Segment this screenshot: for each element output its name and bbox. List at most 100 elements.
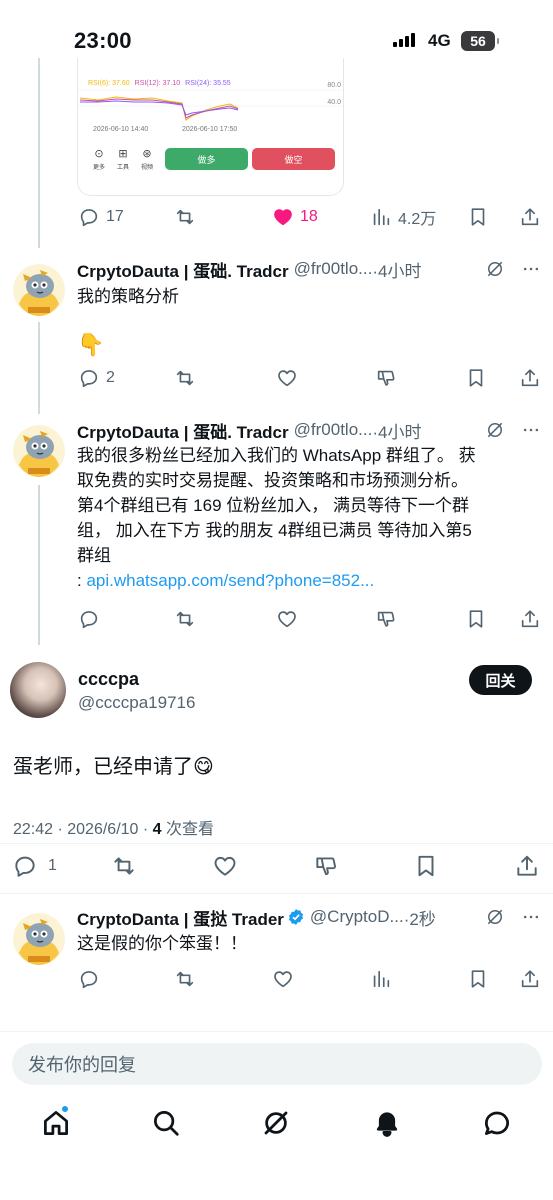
dislike-button[interactable] xyxy=(375,604,397,634)
sell-short-button[interactable]: 做空 xyxy=(252,148,335,170)
share-button[interactable] xyxy=(519,964,541,994)
heart-icon xyxy=(276,367,298,389)
retweet-button[interactable] xyxy=(174,964,196,994)
tweet-time: ·4小时 xyxy=(372,261,422,281)
reply-count: 2 xyxy=(106,369,115,386)
author-handle[interactable]: @ccccpa19716 xyxy=(78,693,195,713)
tools-tool[interactable]: ⊞ 工具 xyxy=(112,148,134,171)
retweet-icon xyxy=(174,968,196,990)
like-button[interactable] xyxy=(212,851,238,881)
avatar[interactable] xyxy=(13,425,65,477)
dislike-icon xyxy=(375,608,397,630)
heart-icon xyxy=(272,968,294,990)
view-tool[interactable]: ⊛ 视频 xyxy=(136,148,158,171)
dislike-button[interactable] xyxy=(313,851,339,881)
more-tool[interactable]: ⊙ 更多 xyxy=(88,148,110,171)
like-button[interactable] xyxy=(276,363,298,393)
follow-back-button[interactable]: 回关 xyxy=(469,665,532,695)
reply-input[interactable]: 发布你的回复 xyxy=(12,1043,542,1085)
nav-notifications[interactable] xyxy=(372,1108,402,1138)
bookmark-button[interactable] xyxy=(413,851,439,881)
bookmark-button[interactable] xyxy=(465,604,487,634)
grok-icon[interactable] xyxy=(485,259,505,279)
retweet-icon xyxy=(174,608,196,630)
tweet3-header: CrpytoDauta | 蛋础. Tradcr @fr00tlo... ·4小… xyxy=(77,418,541,442)
tweet-link-line: : api.whatsapp.com/send?phone=852... xyxy=(77,568,541,593)
bookmark-button[interactable] xyxy=(467,964,489,994)
tweet-line: 群组 xyxy=(77,546,111,565)
author-handle[interactable]: @fr00tlo... xyxy=(294,420,373,440)
reply-button[interactable]: 17 xyxy=(78,202,124,232)
tweet2-header: CrpytoDauta | 蛋础. Tradcr @fr00tlo... ·4小… xyxy=(77,257,541,281)
whatsapp-link[interactable]: api.whatsapp.com/send?phone=852... xyxy=(86,571,374,590)
reply-button[interactable]: 2 xyxy=(78,363,115,393)
retweet-button[interactable] xyxy=(174,363,196,393)
tweet-text: 蛋老师，已经申请了😋 xyxy=(13,756,214,778)
battery-level: 56 xyxy=(470,33,486,49)
view-tool-label: 视频 xyxy=(140,165,153,171)
share-button[interactable] xyxy=(519,604,541,634)
dislike-button[interactable] xyxy=(375,363,397,393)
buy-long-button[interactable]: 做多 xyxy=(165,148,248,170)
reply-button[interactable] xyxy=(78,964,100,994)
date-left: 2026-06-10 14:40 xyxy=(93,126,149,133)
share-icon xyxy=(519,968,541,990)
reply-button[interactable] xyxy=(78,604,100,634)
tweet-text: 我的很多粉丝已经加入我们的 WhatsApp 群组了。 获 取免费的实时交易提醒… xyxy=(77,443,541,593)
retweet-button[interactable] xyxy=(174,202,196,232)
author-name[interactable]: CrpytoDauta | 蛋础. Tradcr xyxy=(77,418,289,443)
tweet-emoji: 👇 xyxy=(77,332,105,357)
more-options-icon[interactable] xyxy=(521,420,541,440)
share-button[interactable] xyxy=(514,851,540,881)
tweet3-actions xyxy=(0,604,553,634)
like-button[interactable] xyxy=(276,604,298,634)
retweet-button[interactable] xyxy=(111,851,137,881)
author-name[interactable]: ccccpa xyxy=(78,669,139,690)
bottom-nav xyxy=(0,1098,553,1154)
like-button[interactable]: 18 xyxy=(272,202,318,232)
bookmark-button[interactable] xyxy=(465,363,487,393)
reply-icon xyxy=(78,367,100,389)
bookmark-icon xyxy=(467,206,489,228)
nav-messages[interactable] xyxy=(482,1108,512,1138)
divider xyxy=(0,843,553,844)
retweet-icon xyxy=(174,367,196,389)
chart-media-card[interactable]: RSI(6): 37.60 RSI(12): 37.10 RSI(24): 35… xyxy=(77,58,344,196)
retweet-button[interactable] xyxy=(174,604,196,634)
author-name[interactable]: CryptoDanta | 蛋挞 Trader xyxy=(77,905,284,930)
bookmark-icon xyxy=(413,853,439,879)
grok-icon[interactable] xyxy=(485,420,505,440)
author-handle[interactable]: @fr00tlo... xyxy=(294,259,373,279)
author-name[interactable]: CrpytoDauta | 蛋础. Tradcr xyxy=(77,257,289,282)
more-options-icon[interactable] xyxy=(521,259,541,279)
rsi12-label: RSI(12): 37.10 xyxy=(134,80,181,87)
rsi24-label: RSI(24): 35.55 xyxy=(185,80,231,87)
views-label: 次查看 xyxy=(161,821,215,838)
tweet-time: ·2秒 xyxy=(403,909,436,929)
more-options-icon[interactable] xyxy=(521,907,541,927)
retweet-icon xyxy=(111,853,137,879)
tweet-line: 第4个群组已有 169 位粉丝加入， 满员等待下一个群 xyxy=(77,496,469,515)
tweet-text: 这是假的你个笨蛋！！ xyxy=(77,934,247,953)
dislike-icon xyxy=(375,367,397,389)
more-icon: ⊙ xyxy=(94,148,104,160)
share-button[interactable] xyxy=(519,363,541,393)
like-button[interactable] xyxy=(272,964,294,994)
bookmark-button[interactable] xyxy=(467,202,489,232)
views-button[interactable]: 4.2万 xyxy=(370,202,436,232)
author-handle[interactable]: @CryptoD... xyxy=(310,907,404,927)
main-tweet-actions: 1 xyxy=(0,851,553,881)
share-button[interactable] xyxy=(519,202,541,232)
tools-tool-label: 工具 xyxy=(116,165,129,171)
grok-icon[interactable] xyxy=(485,907,505,927)
reply-button[interactable]: 1 xyxy=(12,851,57,881)
nav-grok[interactable] xyxy=(261,1108,291,1138)
avatar[interactable] xyxy=(10,662,66,718)
views-button[interactable] xyxy=(370,964,392,994)
nav-search[interactable] xyxy=(151,1108,181,1138)
tweet-line: 我的很多粉丝已经加入我们的 WhatsApp 群组了。 获 xyxy=(77,446,476,465)
avatar[interactable] xyxy=(13,913,65,965)
nav-home[interactable] xyxy=(41,1105,71,1138)
bookmark-icon xyxy=(465,367,487,389)
avatar[interactable] xyxy=(13,264,65,316)
